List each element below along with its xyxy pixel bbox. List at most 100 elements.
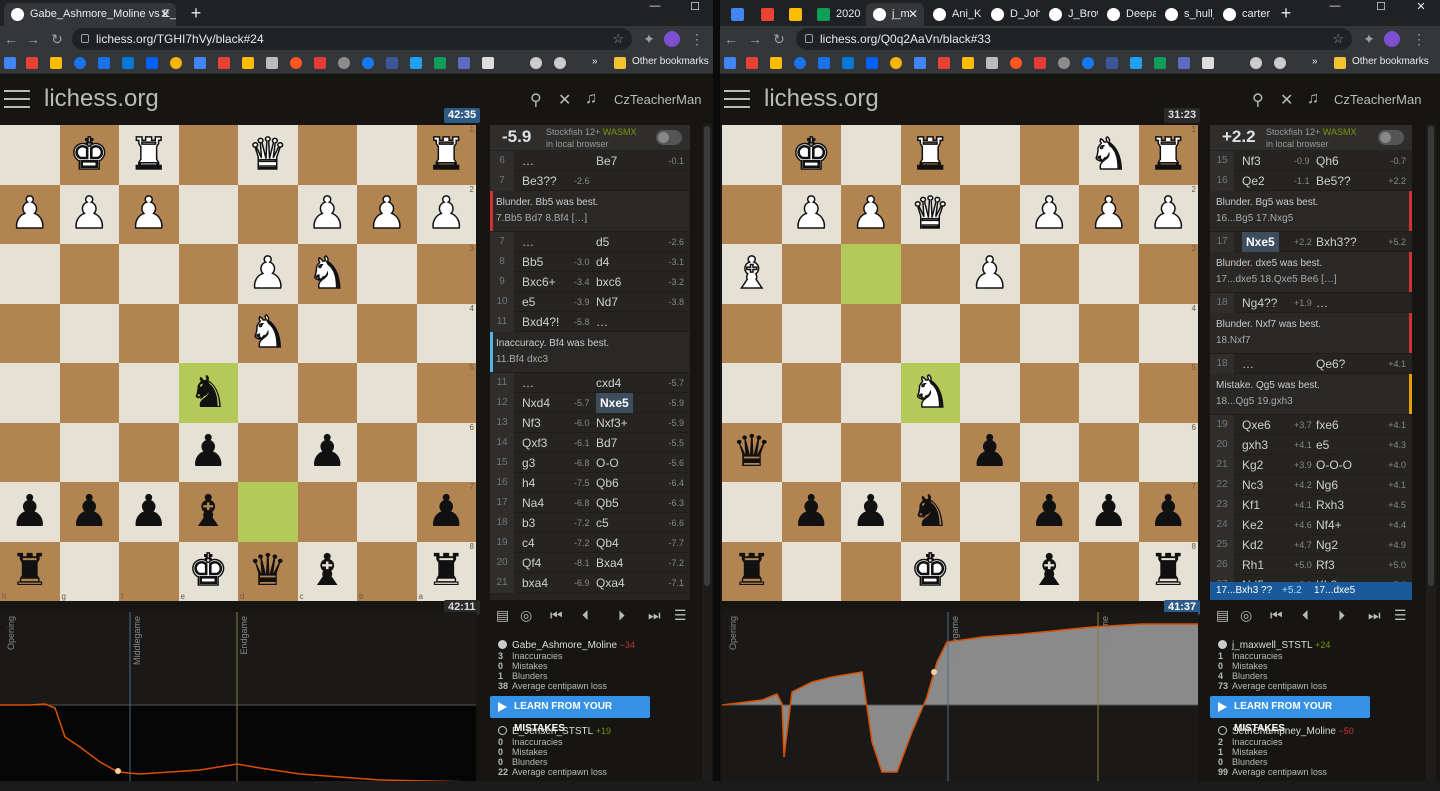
board-square[interactable] xyxy=(841,422,901,482)
board-square[interactable]: ♟ xyxy=(781,184,841,244)
comment-line[interactable]: 17...dxe5 18.Qxe5 Be6 […] xyxy=(1216,272,1406,288)
chess-piece[interactable]: ♟ xyxy=(426,191,467,237)
bookmark-icon[interactable] xyxy=(818,57,830,69)
board-square[interactable]: ♟ xyxy=(1019,482,1079,542)
chess-piece[interactable]: ♞ xyxy=(1088,132,1129,178)
comment-line[interactable]: 18...Qg5 19.gxh3 xyxy=(1216,394,1406,410)
engine-comment[interactable]: Inaccuracy. Bf4 was best. 11.Bf4 dxc3 xyxy=(490,332,690,373)
folder-icon[interactable] xyxy=(1334,57,1346,69)
player-name[interactable]: j_maxwell_STSTL xyxy=(1232,640,1313,651)
board-square[interactable]: ♚ xyxy=(900,541,960,601)
board-square[interactable]: ♜ 8 xyxy=(1138,541,1198,601)
board-square[interactable]: ♟ 2 xyxy=(1138,184,1198,244)
board-square[interactable]: ♞ xyxy=(900,482,960,542)
board-square[interactable]: ♟ xyxy=(59,184,119,244)
board-square[interactable] xyxy=(960,482,1020,542)
new-tab-button[interactable]: + xyxy=(186,3,206,23)
chess-board[interactable]: ♚ ♜ ♞ ♜ 1 ♟ ♟ ♛ ♟ ♟ ♟ 2 ♝ ♟ 3 4 ♞ 5 ♛ ♟ 6 ♟ ♟ ♞ ♟ ♟ ♟ 7 ♜ ♚ ♝ ♜ 8 xyxy=(722,125,1198,601)
black-move[interactable]: c5 xyxy=(596,513,609,533)
white-move[interactable]: Kd2 xyxy=(1242,535,1263,555)
board-square[interactable] xyxy=(59,363,119,423)
comment-line[interactable]: 18.Nxf7 xyxy=(1216,333,1406,349)
white-move[interactable]: c4 xyxy=(522,533,535,553)
drive-icon[interactable] xyxy=(770,57,782,69)
board-square[interactable] xyxy=(297,482,357,542)
chess-piece[interactable]: ♝ xyxy=(308,549,347,593)
chess-piece[interactable]: ♟ xyxy=(1088,191,1129,237)
black-move[interactable]: Nxe5 xyxy=(596,393,633,413)
board-square[interactable] xyxy=(960,184,1020,244)
chess-piece[interactable]: ♜ xyxy=(732,549,771,593)
board-square[interactable] xyxy=(841,363,901,423)
chess-piece[interactable]: ♞ xyxy=(247,310,288,356)
gmail-icon[interactable] xyxy=(746,57,758,69)
chess-piece[interactable]: ♟ xyxy=(128,191,169,237)
board-square[interactable]: f xyxy=(119,541,179,601)
board-square[interactable]: ♟ xyxy=(0,482,60,542)
white-move[interactable]: Be3?? xyxy=(522,171,557,191)
board-square[interactable] xyxy=(119,244,179,304)
board-square[interactable]: g xyxy=(59,541,119,601)
last-move-icon[interactable]: ⏭ xyxy=(648,607,661,624)
board-square[interactable]: ♜ 8 a xyxy=(416,541,476,601)
profile-avatar[interactable] xyxy=(664,31,680,47)
chess-piece[interactable]: ♞ xyxy=(189,370,228,415)
lichess-bookmark-icon[interactable] xyxy=(1250,57,1262,69)
board-square[interactable]: ♝ c xyxy=(297,541,357,601)
board-square[interactable] xyxy=(841,303,901,363)
board-square[interactable] xyxy=(0,422,60,482)
white-move[interactable]: Qe2 xyxy=(1242,171,1265,191)
bookmark-icon[interactable] xyxy=(290,57,302,69)
facebook-icon[interactable] xyxy=(1082,57,1094,69)
board-square[interactable] xyxy=(960,125,1020,185)
prev-move-icon[interactable]: ⏴ xyxy=(1302,607,1309,624)
chess-piece[interactable]: ♛ xyxy=(732,430,771,474)
board-square[interactable] xyxy=(900,422,960,482)
board-square[interactable]: ♟ xyxy=(781,482,841,542)
chess-piece[interactable]: ♝ xyxy=(1030,549,1069,593)
bookmark-star-icon[interactable]: ☆ xyxy=(1332,28,1344,50)
board-square[interactable]: ♟ xyxy=(1079,184,1139,244)
white-move[interactable]: b3 xyxy=(522,513,535,533)
board-square[interactable]: ♜ 1 xyxy=(416,125,476,185)
white-move[interactable]: Rh1 xyxy=(1242,555,1264,575)
last-move-icon[interactable]: ⏭ xyxy=(1368,607,1381,624)
board-square[interactable] xyxy=(178,125,238,185)
tab-lichess[interactable]: J_Brow xyxy=(1042,3,1098,26)
comment-line[interactable]: 16...Bg5 17.Nxg5 xyxy=(1216,211,1406,227)
bookmark-icon[interactable] xyxy=(1010,57,1022,69)
learn-from-mistakes-button[interactable]: LEARN FROM YOUR MISTAKES xyxy=(1210,696,1370,734)
board-square[interactable]: ♟ xyxy=(357,184,417,244)
white-move[interactable]: g3 xyxy=(522,453,535,473)
board-square[interactable] xyxy=(1019,363,1079,423)
tab-game[interactable]: Gabe_Ashmore_Moline vs E_Jens✕ xyxy=(4,3,176,26)
advantage-chart[interactable]: Opening Middlegame Endgame xyxy=(0,612,476,781)
black-move[interactable]: Ng6 xyxy=(1316,475,1338,495)
board-square[interactable]: 6 xyxy=(1138,422,1198,482)
board-square[interactable]: ♚ xyxy=(781,125,841,185)
board-square[interactable]: ♞ xyxy=(238,303,298,363)
white-move[interactable]: Ke2 xyxy=(1242,515,1263,535)
bookmark-icon[interactable] xyxy=(794,57,806,69)
white-move[interactable]: Qxf3 xyxy=(522,433,547,453)
board-square[interactable] xyxy=(238,422,298,482)
username-link[interactable]: CzTeacherMan xyxy=(614,92,701,107)
advantage-chart[interactable]: Opening Middlegame Endgame xyxy=(722,612,1198,781)
extensions-icon[interactable]: ✦ xyxy=(640,30,658,48)
tools-icon[interactable]: ✕ xyxy=(1280,90,1293,110)
bookmark-icon[interactable] xyxy=(554,57,566,69)
board-square[interactable] xyxy=(960,303,1020,363)
notifications-icon[interactable]: ♫ xyxy=(1307,90,1319,108)
board-square[interactable] xyxy=(722,125,782,185)
board-square[interactable]: ♟ xyxy=(0,184,60,244)
wordpress-icon[interactable] xyxy=(1058,57,1070,69)
board-square[interactable] xyxy=(841,125,901,185)
board-square[interactable] xyxy=(357,363,417,423)
black-move[interactable]: bxc6 xyxy=(596,272,621,292)
board-square[interactable]: ♛ d xyxy=(238,541,298,601)
board-square[interactable] xyxy=(900,244,960,304)
board-square[interactable] xyxy=(1019,303,1079,363)
engine-comment[interactable]: Blunder. Nxf7 was best. 18.Nxf7 xyxy=(1210,313,1412,354)
maps-icon[interactable] xyxy=(938,57,950,69)
board-square[interactable] xyxy=(722,184,782,244)
